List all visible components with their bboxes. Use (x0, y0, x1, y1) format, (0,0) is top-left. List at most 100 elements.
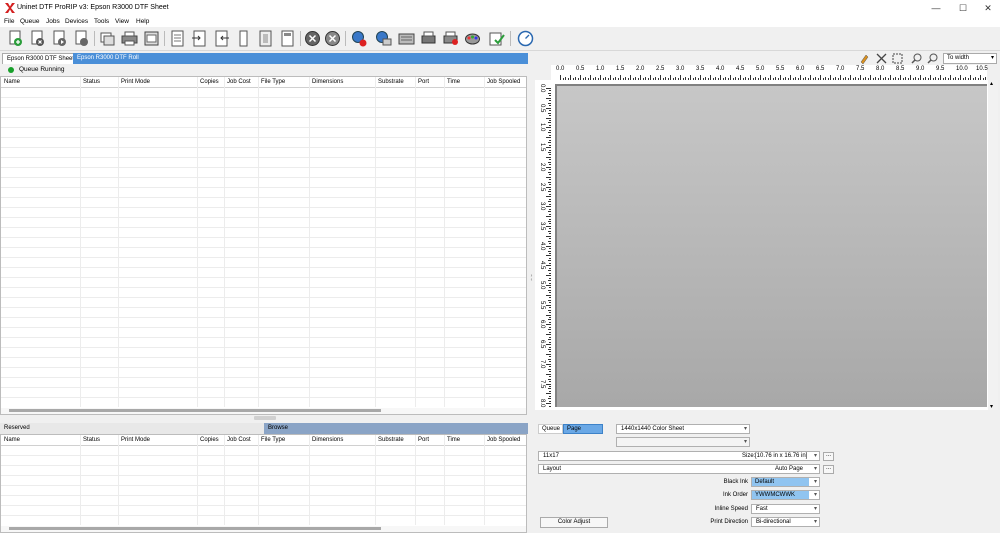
printer-icon[interactable] (121, 30, 138, 47)
menu-devices[interactable]: Devices (65, 17, 88, 27)
menu-tools[interactable]: Tools (94, 17, 109, 27)
printer-maintenance-icon[interactable] (442, 30, 459, 47)
duplicate-job-icon[interactable] (99, 30, 116, 47)
color-adjust-button[interactable]: Color Adjust (540, 517, 608, 528)
ruler-label: 2.5 (656, 66, 665, 72)
ink-order-select[interactable]: YWWMCWWK ▾ (751, 490, 820, 500)
column-file-type[interactable]: File Type (258, 435, 285, 445)
table-row-line (1, 217, 526, 218)
column-name[interactable]: Name (1, 77, 20, 87)
horizontal-scrollbar[interactable] (1, 526, 526, 532)
column-status[interactable]: Status (80, 77, 100, 87)
export-icon[interactable] (143, 30, 160, 47)
menu-help[interactable]: Help (136, 17, 149, 27)
ruler-label: 7.0 (836, 66, 845, 72)
column-port[interactable]: Port (415, 435, 429, 445)
column-print-mode[interactable]: Print Mode (118, 435, 150, 445)
print-job-icon[interactable] (51, 30, 68, 47)
tab-queue[interactable]: Queue (538, 424, 563, 434)
column-name[interactable]: Name (1, 435, 20, 445)
pan-icon[interactable] (876, 53, 887, 64)
chevron-down-icon: ▾ (813, 519, 817, 525)
page-size-options-button[interactable]: ... (823, 452, 834, 461)
vertical-scrollbar[interactable]: ▴ ▾ (988, 80, 998, 410)
cancel-icon[interactable] (324, 30, 341, 47)
tab-reserved[interactable]: Reserved (0, 423, 264, 434)
nest-icon[interactable] (235, 30, 252, 47)
black-ink-select[interactable]: Default ▾ (751, 477, 820, 487)
column-dimensions[interactable]: Dimensions (309, 77, 343, 87)
column-job-cost[interactable]: Job Cost (224, 435, 251, 445)
tab-browse[interactable]: Browse (264, 423, 528, 434)
select-icon[interactable] (892, 53, 903, 64)
horizontal-scrollbar[interactable] (1, 408, 526, 414)
column-substrate[interactable]: Substrate (375, 435, 404, 445)
column-time[interactable]: Time (444, 77, 460, 87)
scroll-up-icon[interactable]: ▴ (990, 80, 993, 87)
zoom-select[interactable]: To width ▾ (943, 53, 997, 64)
layout-icon[interactable] (169, 30, 186, 47)
menu-view[interactable]: View (115, 17, 129, 27)
column-substrate[interactable]: Substrate (375, 77, 404, 87)
tab-epson-r3000-dtf-roll[interactable]: Epson R3000 DTF Roll (73, 53, 528, 64)
queue-edit-icon[interactable] (375, 30, 392, 47)
stop-icon[interactable] (304, 30, 321, 47)
minimize-button[interactable]: — (924, 0, 948, 17)
menu-jobs[interactable]: Jobs (46, 17, 60, 27)
secondary-mode-select[interactable]: ▾ (616, 437, 750, 447)
column-job-spooled[interactable]: Job Spooled (484, 77, 520, 87)
column-dimensions[interactable]: Dimensions (309, 435, 343, 445)
ruler-label: 5.0 (539, 281, 545, 290)
page-icon[interactable] (257, 30, 274, 47)
tab-epson-r3000-dtf-sheet[interactable]: Epson R3000 DTF Sheet (2, 53, 80, 64)
print-direction-select[interactable]: Bi-directional ▾ (751, 517, 820, 527)
column-copies[interactable]: Copies (197, 77, 219, 87)
queue-pane: Epson R3000 DTF Sheet Epson R3000 DTF Ro… (0, 51, 528, 533)
approve-icon[interactable] (488, 30, 505, 47)
zoom-out-icon[interactable] (927, 53, 938, 64)
splitter-handle[interactable] (254, 416, 276, 420)
sheet-icon[interactable] (279, 30, 296, 47)
hold-job-icon[interactable] (73, 30, 90, 47)
crop-icon[interactable] (191, 30, 208, 47)
column-copies[interactable]: Copies (197, 435, 219, 445)
print-mode-select[interactable]: 1440x1440 Color Sheet ▾ (616, 424, 750, 434)
page-size-select[interactable]: 11x17 Size: [10.76 in x 16.76 in] ▾ (538, 451, 820, 461)
calibrate-icon[interactable] (517, 30, 534, 47)
column-print-mode[interactable]: Print Mode (118, 77, 150, 87)
device-settings-icon[interactable] (398, 30, 415, 47)
active-jobs-table[interactable]: Name Status Print Mode Copies Job Cost F… (0, 76, 527, 415)
table-row-line (1, 207, 526, 208)
delete-job-icon[interactable] (29, 30, 46, 47)
highlight-icon[interactable] (860, 53, 871, 65)
page-size-name: 11x17 (543, 453, 559, 459)
ruler-label: 4.0 (716, 66, 725, 72)
tab-page[interactable]: Page (563, 424, 603, 434)
column-file-type[interactable]: File Type (258, 77, 285, 87)
pane-splitter[interactable]: › ‹ (528, 51, 535, 533)
zoom-in-icon[interactable] (911, 53, 922, 64)
column-time[interactable]: Time (444, 435, 460, 445)
reserved-jobs-table[interactable]: Name Status Print Mode Copies Job Cost F… (0, 434, 527, 533)
table-row-line (1, 257, 526, 258)
column-status[interactable]: Status (80, 435, 100, 445)
maximize-button[interactable]: ☐ (951, 0, 975, 17)
scroll-down-icon[interactable]: ▾ (990, 403, 993, 410)
ruler-label: 2.0 (539, 162, 545, 172)
page-preview[interactable] (555, 84, 987, 407)
queue-settings-icon[interactable] (351, 30, 368, 47)
layout-options-button[interactable]: ... (823, 465, 834, 474)
add-job-icon[interactable] (7, 30, 24, 47)
tile-icon[interactable] (213, 30, 230, 47)
menu-queue[interactable]: Queue (20, 17, 40, 27)
column-port[interactable]: Port (415, 77, 429, 87)
column-job-spooled[interactable]: Job Spooled (484, 435, 520, 445)
color-profile-icon[interactable] (464, 30, 481, 47)
menu-file[interactable]: File (4, 17, 14, 27)
column-job-cost[interactable]: Job Cost (224, 77, 251, 87)
printer-setup-icon[interactable] (420, 30, 437, 47)
inline-speed-select[interactable]: Fast ▾ (751, 504, 820, 514)
table-row-line (1, 377, 526, 378)
close-button[interactable]: ✕ (976, 0, 1000, 17)
layout-select[interactable]: Layout Auto Page ▾ (538, 464, 820, 474)
